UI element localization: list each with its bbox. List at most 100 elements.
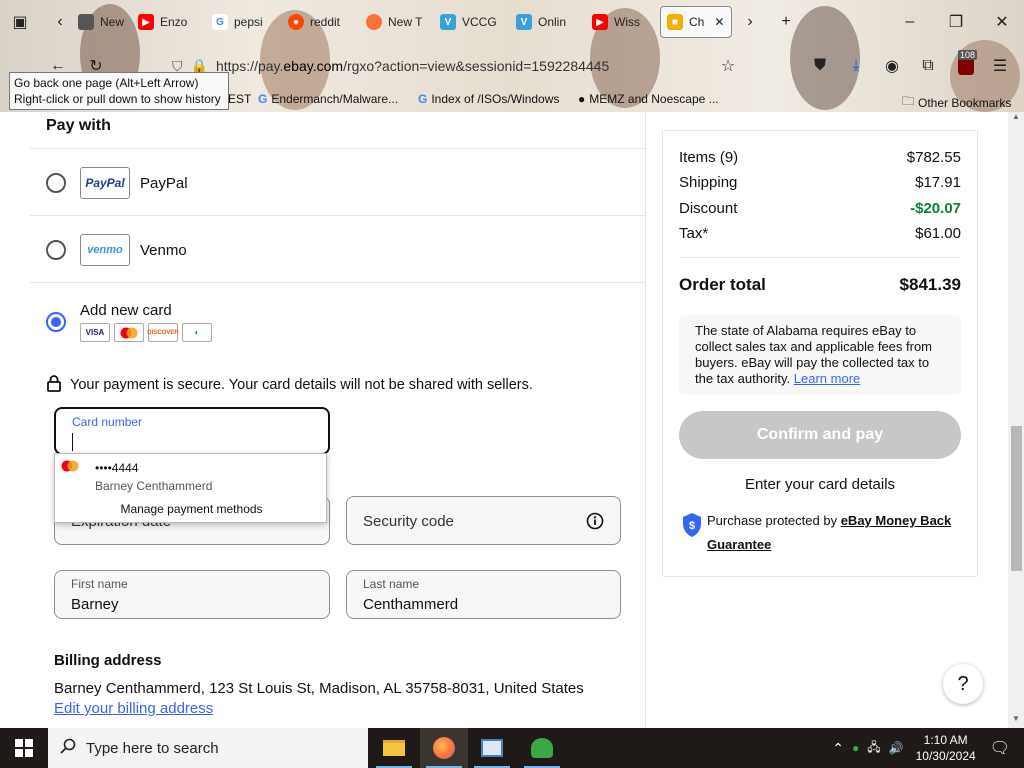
manage-payment-methods[interactable]: Manage payment methods — [55, 502, 328, 516]
bookmark-item[interactable]: EST — [228, 92, 251, 106]
venmo-logo-icon: venmo — [80, 234, 130, 266]
scroll-tabs-right-icon[interactable]: › — [736, 8, 764, 36]
tooltip-line: Go back one page (Alt+Left Arrow) — [14, 76, 199, 90]
scrollbar-thumb[interactable] — [1011, 426, 1022, 571]
section-title: Pay with — [46, 117, 111, 134]
start-button[interactable] — [0, 728, 48, 768]
url-bar[interactable]: ⛉ 🔒 https://pay.ebay.com/rgxo?action=vie… — [172, 52, 732, 80]
summary-row-discount: Discount -$20.07 — [679, 200, 961, 217]
account-icon[interactable]: ◉ — [878, 52, 906, 80]
clock-date: 10/30/2024 — [915, 749, 976, 763]
shield-icon: $ — [681, 512, 703, 546]
first-name-label: First name — [71, 577, 128, 591]
google-icon: G — [212, 14, 228, 30]
restore-icon[interactable]: ❐ — [942, 8, 970, 36]
scroll-tabs-left-icon[interactable]: ‹ — [46, 8, 74, 36]
last-name-field[interactable]: Last name Centhammerd — [346, 570, 621, 619]
tab[interactable]: V Onlin — [510, 6, 574, 38]
users-taskbar-button[interactable] — [518, 728, 566, 768]
taskbar-search-box[interactable]: Type here to search — [48, 728, 368, 768]
summary-value: -$20.07 — [910, 200, 961, 217]
tab[interactable]: G pepsi — [206, 6, 266, 38]
payment-option-paypal[interactable]: PayPal PayPal — [30, 148, 646, 215]
mastercard-icon — [61, 460, 79, 472]
summary-label: Items (9) — [679, 149, 739, 166]
bookmark-item[interactable]: G Endermanch/Malware... — [258, 92, 398, 106]
lock-icon — [46, 374, 62, 396]
first-name-field[interactable]: First name Barney — [54, 570, 330, 619]
money-back-guarantee: $ Purchase protected by eBay Money Back … — [679, 509, 969, 557]
tab[interactable]: ▶ Enzo — [132, 6, 192, 38]
tax-note: The state of Alabama requires eBay to co… — [679, 315, 961, 395]
payment-option-venmo[interactable]: venmo Venmo — [30, 215, 646, 282]
control-panel-taskbar-button[interactable] — [468, 728, 516, 768]
volume-icon[interactable]: 🔊 — [889, 741, 904, 755]
url-text[interactable]: https://pay.ebay.com/rgxo?action=view&se… — [216, 58, 609, 74]
tab[interactable]: ▶ Wiss — [586, 6, 650, 38]
new-tab-plus-icon[interactable]: + — [772, 8, 800, 36]
scroll-down-icon[interactable]: ▼ — [1008, 714, 1024, 728]
paypal-logo-icon: PayPal — [80, 167, 130, 199]
info-icon[interactable] — [586, 512, 604, 533]
minimize-icon[interactable]: – — [896, 8, 924, 36]
clock-time: 1:10 AM — [923, 733, 968, 747]
tab[interactable]: New — [72, 6, 134, 38]
page-scrollbar[interactable]: ▲ ▼ — [1008, 112, 1024, 728]
youtube-icon: ▶ — [138, 14, 154, 30]
tab-label: Enzo — [160, 15, 188, 29]
user-tray-icon[interactable]: ● — [852, 741, 859, 755]
pocket-icon[interactable]: ⛊ — [806, 52, 834, 80]
back-button-tooltip: Go back one page (Alt+Left Arrow) Right-… — [9, 72, 229, 110]
edit-billing-address-link[interactable]: Edit your billing address — [54, 700, 213, 717]
other-bookmarks[interactable]: 🗀 Other Bookmarks — [902, 92, 1011, 112]
paypal-radio[interactable] — [46, 173, 66, 193]
tab[interactable]: New T — [360, 6, 424, 38]
saved-card-number[interactable]: ••••4444 — [95, 461, 139, 475]
vccg-icon: V — [440, 14, 456, 30]
clock[interactable]: 1:10 AM 10/30/2024 — [916, 732, 976, 764]
learn-more-link[interactable]: Learn more — [794, 371, 860, 386]
confirm-and-pay-button[interactable]: Confirm and pay — [679, 411, 961, 459]
notifications-icon[interactable]: 🗨 — [990, 738, 1010, 758]
show-hidden-icons-icon[interactable]: ⌃ — [832, 740, 844, 757]
tab-active[interactable]: ■ Ch ✕ — [660, 6, 732, 38]
last-name-input[interactable]: Centhammerd — [363, 596, 458, 613]
menu-icon[interactable]: ☰ — [986, 52, 1014, 80]
close-tab-icon[interactable]: ✕ — [714, 15, 724, 29]
firefox-taskbar-button[interactable] — [420, 728, 468, 768]
card-number-field[interactable]: Card number — [54, 407, 330, 455]
users-icon — [531, 738, 553, 758]
new-card-radio[interactable] — [46, 312, 66, 332]
discover-icon: DISCOVER — [147, 323, 179, 342]
bookmark-star-icon[interactable]: ☆ — [714, 52, 742, 80]
ublock-icon[interactable]: 108 — [952, 50, 980, 80]
folder-icon: 🗀 — [902, 94, 915, 108]
bookmark-item[interactable]: G Index of /ISOs/Windows — [418, 92, 559, 106]
bookmark-item[interactable]: ● MEMZ and Noescape ... — [578, 92, 719, 106]
tab-label: New — [100, 15, 125, 29]
tab-list-icon[interactable]: ▣ — [6, 8, 34, 36]
reddit-icon: ● — [288, 14, 304, 30]
close-window-icon[interactable]: ✕ — [988, 8, 1016, 36]
extension-badge: 108 — [958, 50, 978, 60]
scroll-up-icon[interactable]: ▲ — [1008, 112, 1024, 126]
downloads-icon[interactable]: ⤓ — [842, 52, 870, 80]
system-tray: ⌃ ● 🖧 🔊 1:10 AM 10/30/2024 🗨 — [832, 728, 1024, 768]
windows-logo-icon — [15, 739, 33, 757]
security-code-field[interactable]: Security code — [346, 496, 621, 545]
google-icon: G — [418, 92, 428, 106]
summary-label: Tax* — [679, 225, 709, 242]
extensions-icon[interactable]: ⧉ — [914, 52, 942, 80]
order-total-value: $841.39 — [899, 275, 961, 294]
venmo-radio[interactable] — [46, 240, 66, 260]
tab[interactable]: V VCCG — [434, 6, 498, 38]
file-explorer-taskbar-button[interactable] — [370, 728, 418, 768]
saved-card-holder[interactable]: Barney Centhammerd — [95, 479, 212, 493]
card-number-label: Card number — [72, 415, 143, 429]
tab[interactable]: ● reddit — [282, 6, 346, 38]
divider — [679, 257, 961, 258]
help-button[interactable]: ? — [943, 664, 983, 704]
secure-message: Your payment is secure. Your card detail… — [46, 374, 533, 396]
first-name-input[interactable]: Barney — [71, 596, 119, 613]
network-icon[interactable]: 🖧 — [867, 738, 880, 759]
